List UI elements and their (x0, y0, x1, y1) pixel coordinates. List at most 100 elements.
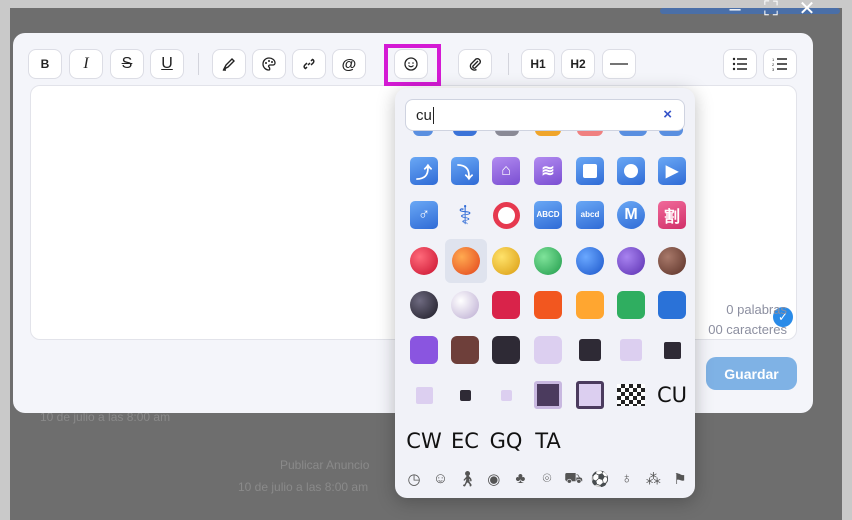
black-small-square-icon (459, 389, 471, 401)
smileys-icon[interactable]: ☺ (430, 470, 452, 490)
emoji-aquarius[interactable]: ≋ (531, 154, 565, 188)
text-color-button[interactable] (252, 49, 286, 79)
strikethrough-button[interactable]: S (110, 49, 144, 79)
emoji-black-large-square[interactable] (489, 333, 523, 367)
emoji-blue-square[interactable] (655, 288, 689, 322)
horizontal-rule-button[interactable] (602, 49, 636, 79)
emoji-category-bar: ◷ ☺ 🚶︎ ◉ ♣ ⌾ ⛟ ⚽ ♁ ⁂ ⚑ (403, 470, 691, 490)
emoji-medical-symbol[interactable]: ⚕ (448, 198, 482, 232)
emoji-brown-square[interactable] (448, 333, 482, 367)
emoji-male-sign[interactable]: ♂ (407, 198, 441, 232)
bold-button[interactable]: B (28, 49, 62, 79)
emoji-white-medium-small-square[interactable] (407, 378, 441, 412)
emoji-japanese-discount[interactable]: 割 (655, 198, 689, 232)
emoji-black-small-square[interactable] (448, 378, 482, 412)
emoji-cinema[interactable]: ▶ (655, 154, 689, 188)
highlighter-icon (222, 58, 235, 71)
emoji-blue-circle[interactable] (573, 244, 607, 278)
travel-icon[interactable]: ⛟ (563, 470, 585, 490)
palette-icon (262, 57, 276, 71)
toolbar-divider (198, 53, 199, 75)
emoji-green-square[interactable] (614, 288, 648, 322)
white-medium-square-icon (620, 339, 642, 361)
numbered-list-button[interactable]: 123 (763, 49, 797, 79)
emoji-flag-equatorial-guinea[interactable]: GQ (489, 424, 523, 458)
cinema-icon: ▶ (658, 157, 686, 185)
emoji-hollow-red-circle[interactable] (489, 198, 523, 232)
emoji-right-arrow-curving-down[interactable]: ⤵ (448, 154, 482, 188)
emoji-brown-circle[interactable] (655, 244, 689, 278)
emoji-yellow-square[interactable] (573, 288, 607, 322)
symbols-icon[interactable]: ⁂ (642, 470, 664, 490)
animals-icon[interactable]: ◉ (483, 470, 505, 490)
link-icon (303, 58, 315, 70)
recent-icon[interactable]: ◷ (403, 470, 425, 490)
emoji-right-arrow-curving-up[interactable]: ⤴ (407, 154, 441, 188)
link-button[interactable] (292, 49, 326, 79)
emoji-red-square[interactable] (489, 288, 523, 322)
heading1-button[interactable]: H1 (521, 49, 555, 79)
maximize-icon[interactable]: ⛶ (760, 0, 782, 19)
flags-icon[interactable]: ⚑ (669, 470, 691, 490)
emoji-white-circle[interactable] (448, 288, 482, 322)
emoji-black-square-button[interactable] (531, 378, 565, 412)
background-text: 10 de julio a las 8:00 am (238, 480, 369, 494)
emoji-black-medium-square[interactable] (573, 333, 607, 367)
heading2-button[interactable]: H2 (561, 49, 595, 79)
emoji-input-latin-uppercase[interactable]: ABCD (531, 198, 565, 232)
clear-search-icon[interactable]: × (663, 106, 672, 123)
emoji-input-latin-lowercase[interactable]: abcd (573, 198, 607, 232)
emoji-orange-square[interactable] (531, 288, 565, 322)
emoji-red-circle[interactable] (407, 244, 441, 278)
attach-button[interactable] (458, 49, 492, 79)
emoji-yellow-circle[interactable] (489, 244, 523, 278)
emoji-purple-circle[interactable] (614, 244, 648, 278)
italic-button[interactable]: I (69, 49, 103, 79)
emoji-white-large-square[interactable] (531, 333, 565, 367)
close-icon[interactable]: ✕ (796, 0, 818, 19)
emoji-circled-m[interactable]: M (614, 198, 648, 232)
emoji-white-square-button[interactable] (573, 378, 607, 412)
flag-gq-label: GQ (489, 429, 523, 453)
nature-icon[interactable]: ♣ (509, 470, 531, 490)
emoji-white-medium-square[interactable] (614, 333, 648, 367)
emoji-white-small-square[interactable] (489, 378, 523, 412)
black-square-button-icon (534, 381, 562, 409)
highlight-button[interactable] (212, 49, 246, 79)
people-icon[interactable]: 🚶︎ (456, 470, 478, 490)
yellow-circle-icon (492, 247, 520, 275)
emoji-flag-curacao[interactable]: CW (406, 424, 442, 458)
svg-text:3: 3 (772, 67, 775, 71)
background-text: Publicar Anuncio (280, 458, 370, 472)
underline-button[interactable]: U (150, 49, 184, 79)
mention-button[interactable]: @ (332, 49, 366, 79)
paperclip-icon (469, 58, 481, 71)
black-medium-square-icon (579, 339, 601, 361)
save-button[interactable]: Guardar (706, 357, 797, 390)
emoji-place-of-worship[interactable]: ⌂ (489, 154, 523, 188)
red-square-icon (492, 291, 520, 319)
white-square-button-icon (576, 381, 604, 409)
emoji-black-medium-small-square[interactable] (655, 333, 689, 367)
emoji-black-circle[interactable] (407, 288, 441, 322)
emoji-flag-cuba[interactable]: CU (655, 378, 689, 412)
flag-cw-label: CW (406, 429, 442, 453)
bulleted-list-button[interactable] (723, 49, 757, 79)
activities-icon[interactable]: ⚽ (589, 470, 611, 490)
emoji-flag-ecuador[interactable]: EC (448, 424, 482, 458)
emoji-orange-circle[interactable] (445, 239, 487, 283)
orange-square-icon (534, 291, 562, 319)
emoji-chequered-flag[interactable] (614, 378, 648, 412)
food-icon[interactable]: ⌾ (536, 470, 558, 490)
objects-icon[interactable]: ♁ (616, 470, 638, 490)
place-of-worship-icon: ⌂ (492, 157, 520, 185)
at-icon: @ (341, 55, 357, 73)
emoji-purple-square[interactable] (407, 333, 441, 367)
emoji-green-circle[interactable] (531, 244, 565, 278)
emoji-search-input[interactable]: cu × (405, 99, 685, 131)
minimize-icon[interactable]: – (724, 0, 746, 19)
emoji-record-button[interactable] (614, 154, 648, 188)
green-circle-icon (534, 247, 562, 275)
emoji-flag-tristan-da-cunha[interactable]: TA (531, 424, 565, 458)
emoji-stop-button[interactable] (573, 154, 607, 188)
